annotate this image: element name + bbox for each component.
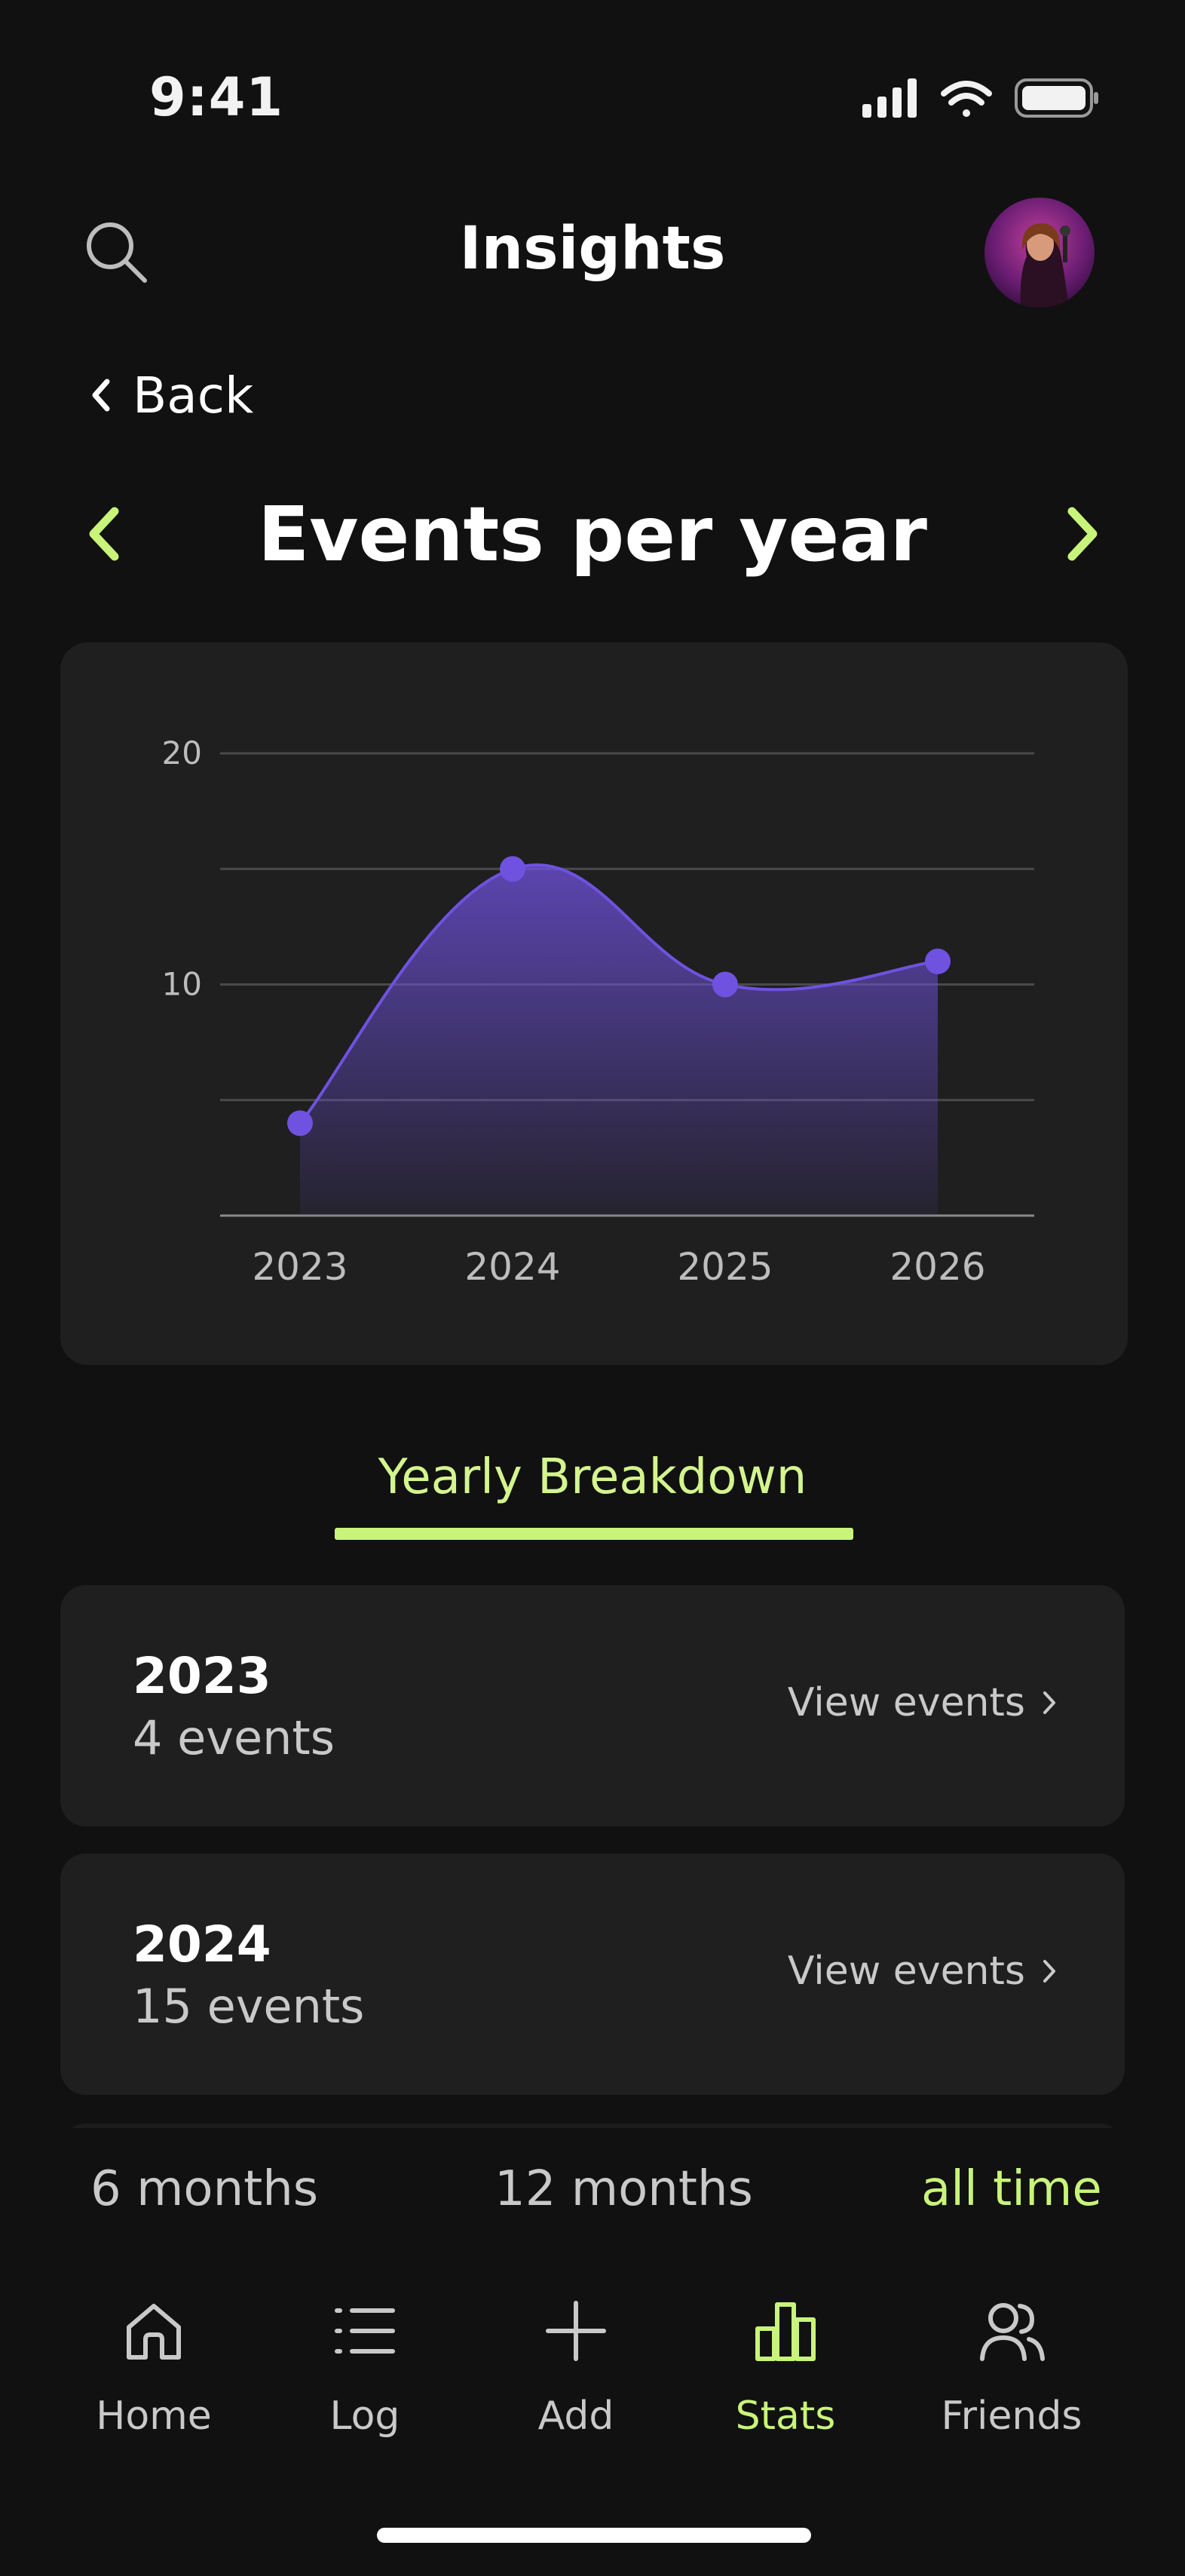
data-point[interactable] <box>925 948 951 974</box>
tab-friends[interactable]: Friends <box>929 2297 1095 2439</box>
range-all-time[interactable]: all time <box>921 2161 1102 2217</box>
list-item[interactable]: 2023 4 events View events <box>60 1585 1125 1826</box>
chevron-right-icon[interactable] <box>1060 504 1105 564</box>
plus-icon <box>546 2301 606 2361</box>
chart-card: 20 10 2023 2024 2025 2026 <box>60 642 1128 1365</box>
back-label: Back <box>133 366 254 425</box>
chart-title: Events per year <box>258 490 927 578</box>
series-area <box>300 864 938 1216</box>
data-point[interactable] <box>500 856 525 882</box>
users-icon <box>980 2303 1045 2361</box>
tab-home[interactable]: Home <box>71 2297 237 2439</box>
range-6-months[interactable]: 6 months <box>90 2161 318 2217</box>
tab-add-label: Add <box>537 2394 614 2439</box>
tab-friends-label: Friends <box>941 2394 1082 2439</box>
view-events-link[interactable]: View events <box>788 1680 1057 1725</box>
tab-log-label: Log <box>329 2394 400 2439</box>
tab-log[interactable]: Log <box>282 2297 448 2439</box>
view-events-label: View events <box>787 1680 1025 1725</box>
range-12-months[interactable]: 12 months <box>495 2161 753 2217</box>
signal-icon <box>862 78 917 118</box>
back-button[interactable]: Back <box>87 365 253 425</box>
list-icon <box>335 2308 395 2354</box>
wifi-icon <box>941 81 992 117</box>
avatar[interactable] <box>984 198 1095 308</box>
chevron-right-icon <box>1043 1691 1055 1714</box>
tab-underline <box>335 1528 853 1540</box>
y-tick-label: 10 <box>162 966 202 1003</box>
view-events-label: View events <box>787 1949 1025 1994</box>
home-indicator <box>377 2528 811 2543</box>
list-item[interactable]: 2024 15 events View events <box>60 1854 1125 2095</box>
tab-home-label: Home <box>96 2394 212 2439</box>
x-tick-label: 2024 <box>464 1245 560 1289</box>
chevron-left-icon <box>92 379 110 412</box>
x-tick-label: 2023 <box>252 1245 348 1289</box>
battery-icon <box>1015 78 1098 118</box>
tab-stats-label: Stats <box>735 2394 836 2439</box>
chevron-right-icon <box>1043 1960 1055 1983</box>
status-time: 9:41 <box>149 66 284 128</box>
tab-yearly-breakdown[interactable]: Yearly Breakdown <box>0 1449 1185 1505</box>
bar-chart-icon <box>755 2302 816 2361</box>
home-icon <box>127 2304 181 2360</box>
x-tick-label: 2026 <box>890 1245 985 1289</box>
data-point[interactable] <box>287 1110 313 1136</box>
event-count: 4 events <box>133 1710 335 1765</box>
year-label: 2023 <box>133 1647 271 1705</box>
tab-add[interactable]: Add <box>493 2297 659 2439</box>
data-point[interactable] <box>712 971 738 998</box>
x-tick-label: 2025 <box>677 1245 773 1289</box>
area-chart: 20 10 2023 2024 2025 2026 <box>162 734 1034 1289</box>
year-label: 2024 <box>133 1915 271 1973</box>
y-tick-label: 20 <box>162 734 202 771</box>
tab-stats[interactable]: Stats <box>703 2297 868 2439</box>
status-icons <box>862 78 1098 118</box>
view-events-link[interactable]: View events <box>788 1949 1057 1994</box>
event-count: 15 events <box>133 1979 365 2034</box>
